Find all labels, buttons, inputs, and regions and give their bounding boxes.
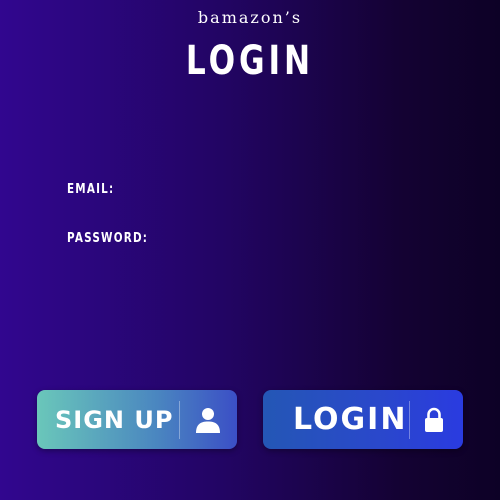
sign-up-button[interactable]: SIGN UP <box>37 390 237 449</box>
login-button-label: LOGIN <box>293 402 408 437</box>
brand-name: bamazon’s <box>197 8 303 27</box>
password-field[interactable] <box>150 228 434 252</box>
password-label: PASSWORD: <box>67 231 149 246</box>
user-icon <box>180 407 236 433</box>
email-label: EMAIL: <box>67 182 115 197</box>
sign-up-button-label: SIGN UP <box>55 405 174 434</box>
page-title: LOGIN <box>185 38 315 84</box>
email-field[interactable] <box>150 179 434 203</box>
login-button[interactable]: LOGIN <box>263 390 463 449</box>
lock-icon <box>410 407 458 433</box>
